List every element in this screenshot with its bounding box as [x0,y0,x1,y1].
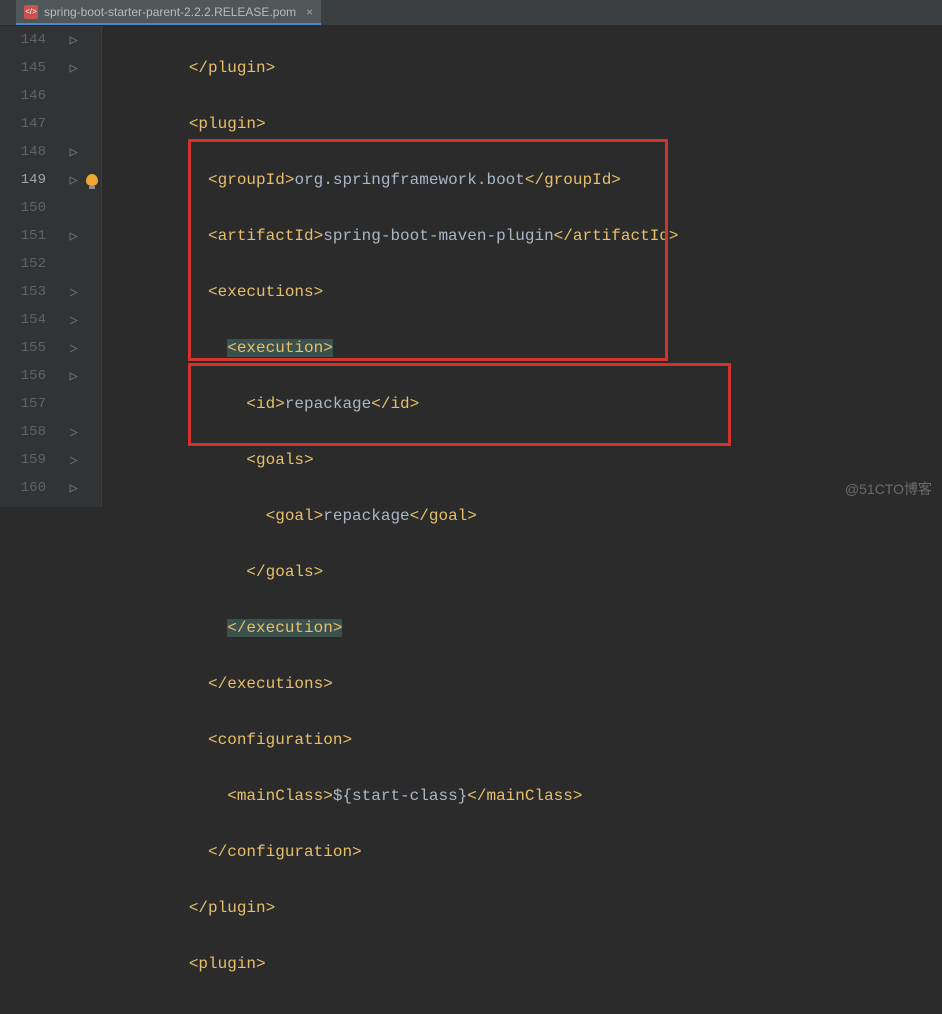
line-number: 159 [0,446,46,474]
fold-marker-icon[interactable] [69,456,78,465]
xml-tag: </artifactId> [554,227,679,245]
tab-bar: </> spring-boot-starter-parent-2.2.2.REL… [0,0,942,26]
fold-marker-icon[interactable] [69,36,78,45]
xml-file-icon: </> [24,5,38,19]
fold-marker-icon[interactable] [69,428,78,437]
xml-tag: </plugin> [189,899,275,917]
line-number: 157 [0,390,46,418]
fold-marker-icon[interactable] [69,344,78,353]
line-number: 148 [0,138,46,166]
line-number: 158 [0,418,46,446]
fold-marker-icon[interactable] [69,148,78,157]
xml-tag: </configuration> [208,843,362,861]
line-number: 150 [0,194,46,222]
line-number: 144 [0,26,46,54]
xml-tag: <goals> [246,451,313,469]
line-number: 145 [0,54,46,82]
xml-text: org.springframework.boot [294,171,524,189]
xml-text: spring-boot-maven-plugin [323,227,553,245]
line-number-gutter[interactable]: 144 145 146 147 148 149 150 151 152 153 … [0,26,64,507]
fold-marker-icon[interactable] [69,176,78,185]
xml-tag: </id> [371,395,419,413]
close-icon[interactable]: × [302,5,313,19]
editor-area: 144 145 146 147 148 149 150 151 152 153 … [0,26,942,507]
xml-tag: </groupId> [525,171,621,189]
xml-text: repackage [323,507,409,525]
code-area[interactable]: </plugin> <plugin> <groupId>org.springfr… [102,26,942,507]
line-number: 146 [0,82,46,110]
xml-tag: <artifactId> [208,227,323,245]
fold-marker-icon[interactable] [69,372,78,381]
line-number: 156 [0,362,46,390]
xml-tag: <id> [246,395,284,413]
gutter-icon-column [82,26,102,507]
fold-marker-icon[interactable] [69,232,78,241]
line-number: 151 [0,222,46,250]
xml-tag: <plugin> [189,955,266,973]
xml-tag: <groupId> [208,171,294,189]
xml-tag: </goals> [246,563,323,581]
line-number: 152 [0,250,46,278]
xml-tag: </mainClass> [467,787,582,805]
line-number: 154 [0,306,46,334]
xml-tag: </plugin> [189,59,275,77]
xml-tag-highlighted: <execution> [227,339,333,357]
xml-tag-highlighted: </execution> [227,619,342,637]
line-number: 160 [0,474,46,502]
watermark-text: @51CTO博客 [845,479,932,499]
fold-marker-icon[interactable] [69,64,78,73]
xml-tag: </executions> [208,675,333,693]
line-number: 155 [0,334,46,362]
xml-text: ${start-class} [333,787,467,805]
file-tab[interactable]: </> spring-boot-starter-parent-2.2.2.REL… [16,0,321,25]
xml-text: repackage [285,395,371,413]
line-number: 153 [0,278,46,306]
tab-bar-padding [0,0,16,25]
intention-bulb-icon[interactable] [86,174,98,186]
fold-marker-icon[interactable] [69,288,78,297]
xml-tag: <plugin> [189,115,266,133]
line-number-current: 149 [0,166,46,194]
xml-tag: <executions> [208,283,323,301]
tab-filename: spring-boot-starter-parent-2.2.2.RELEASE… [44,5,296,19]
xml-tag: <mainClass> [227,787,333,805]
fold-marker-icon[interactable] [69,484,78,493]
fold-marker-icon[interactable] [69,316,78,325]
line-number: 147 [0,110,46,138]
xml-tag: <configuration> [208,731,352,749]
xml-tag: </goal> [410,507,477,525]
xml-tag: <goal> [266,507,324,525]
fold-column [64,26,82,507]
